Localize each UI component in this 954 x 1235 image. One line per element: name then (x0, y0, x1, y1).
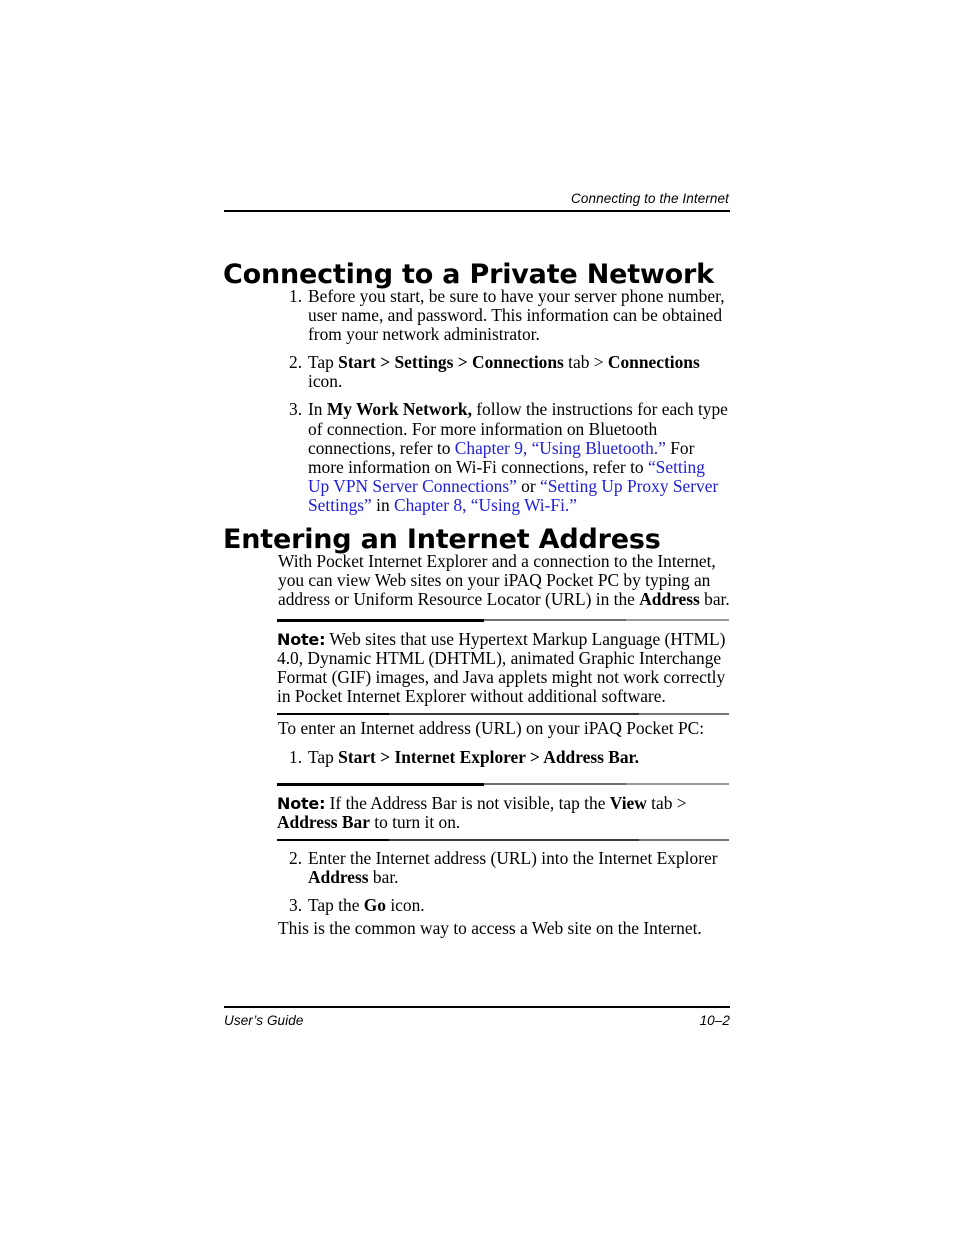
text-run: Tap (308, 352, 339, 373)
cross-reference-link[interactable]: Chapter 9, “Using Bluetooth.” (455, 438, 666, 458)
header-divider (224, 210, 730, 212)
text-run: In (308, 399, 327, 420)
text-run: icon. (386, 895, 425, 916)
emphasis-bold: Settings (394, 352, 454, 373)
list-item: 3. Tap the Go icon. (278, 896, 730, 915)
emphasis-bold: Address Bar (277, 811, 370, 832)
note-label: Note: (277, 629, 326, 649)
note-divider-segment-mid (389, 839, 639, 841)
note-divider-segment-dark (277, 619, 484, 622)
note-top-divider (277, 619, 729, 622)
list-item-number: 2. (289, 848, 303, 868)
note-divider-segment-light (639, 713, 729, 715)
note-divider-segment-dark (277, 712, 389, 716)
intro-paragraph-text: With Pocket Internet Explorer and a conn… (278, 551, 730, 610)
text-run: in (371, 494, 394, 515)
list-item: 2. Enter the Internet address (URL) into … (278, 848, 730, 887)
note-text: Note: If the Address Bar is not visible,… (277, 786, 729, 839)
document-page: Connecting to the Internet Connecting to… (0, 0, 954, 1235)
list-item-number: 3. (289, 895, 303, 916)
list-item-text: Before you start, be sure to have your s… (308, 286, 725, 344)
list-item-text: In My Work Network, follow the instructi… (308, 399, 728, 515)
text-run: Web sites that use Hypertext Markup Lang… (277, 628, 726, 706)
text-run: Tap (308, 747, 339, 767)
list-item: 1. Tap Start > Internet Explorer > Addres… (278, 747, 730, 767)
lead-in-paragraph: To enter an Internet address (URL) on yo… (278, 718, 730, 738)
running-header: Connecting to the Internet (224, 190, 730, 212)
emphasis-bold: Address (639, 589, 700, 610)
emphasis-bold: Start (338, 352, 376, 373)
note-divider-segment-light (626, 619, 729, 622)
page-footer: User’s Guide 10–2 (224, 1006, 730, 1028)
emphasis-bold: Address (308, 867, 369, 888)
intro-paragraph-internet-address: With Pocket Internet Explorer and a conn… (278, 551, 730, 610)
steps-list-address-bar-first: 1. Tap Start > Internet Explorer > Addres… (278, 747, 730, 767)
note-divider-segment-mid (484, 619, 626, 622)
footer-divider (224, 1006, 730, 1008)
note-label: Note: (277, 793, 326, 813)
list-item: 1. Before you start, be sure to have your… (278, 286, 730, 344)
text-run: or (516, 475, 541, 496)
steps-list-private-network: 1. Before you start, be sure to have your… (278, 286, 730, 515)
emphasis-bold: Connections (607, 352, 700, 373)
emphasis-bold: View (609, 792, 647, 813)
list-item-text: Tap Start > Internet Explorer > Address … (308, 747, 639, 767)
list-item-text: Enter the Internet address (URL) into th… (308, 848, 718, 887)
emphasis-bold: > (375, 352, 395, 373)
list-item-number: 1. (289, 286, 303, 306)
list-item-number: 2. (289, 352, 303, 373)
steps-list-address-bar-final: 2. Enter the Internet address (URL) into … (278, 848, 730, 915)
closing-text: This is the common way to access a Web s… (278, 918, 702, 938)
text-run: Tap the (308, 895, 364, 916)
note-divider-segment-light (626, 783, 729, 786)
note-divider-segment-light (639, 839, 729, 841)
text-run: If the Address Bar is not visible, tap t… (325, 792, 610, 813)
text-run: to turn it on. (369, 811, 461, 832)
lead-in-text: To enter an Internet address (URL) on yo… (278, 718, 705, 738)
list-item-number: 3. (289, 399, 303, 420)
note-bottom-divider (277, 712, 729, 716)
text-run: bar. (368, 867, 399, 888)
note-divider-segment-mid (389, 713, 639, 715)
note-divider-segment-dark (277, 838, 389, 842)
list-item: 2. Tap Start > Settings > Connections tab… (278, 353, 730, 391)
note-text: Note: Web sites that use Hypertext Marku… (277, 622, 729, 713)
note-divider-segment-mid (484, 783, 626, 786)
list-item-text: Tap the Go icon. (308, 895, 425, 915)
text-run: bar. (699, 589, 730, 610)
footer-document-title: User’s Guide (224, 1012, 304, 1028)
note-top-divider (277, 783, 729, 786)
note-bottom-divider (277, 838, 729, 842)
note-block-address-bar: Note: If the Address Bar is not visible,… (277, 783, 729, 842)
text-run: Before you start, be sure to have your s… (308, 286, 725, 345)
emphasis-bold: > (453, 352, 473, 373)
note-block-html-support: Note: Web sites that use Hypertext Marku… (277, 619, 729, 716)
closing-paragraph: This is the common way to access a Web s… (278, 918, 730, 938)
text-run: tab > (646, 792, 687, 813)
emphasis-bold: Connections (472, 352, 564, 373)
emphasis-bold: Go (363, 895, 386, 916)
cross-reference-link[interactable]: Chapter 8, “Using Wi-Fi.” (394, 495, 577, 515)
running-header-text: Connecting to the Internet (571, 191, 729, 206)
text-run: tab > (563, 352, 608, 373)
footer-row: User’s Guide 10–2 (224, 1013, 730, 1028)
footer-page-number: 10–2 (699, 1012, 730, 1028)
emphasis-bold: Start > Internet Explorer > Address Bar. (338, 747, 639, 767)
list-item: 3. In My Work Network, follow the instruc… (278, 400, 730, 515)
emphasis-bold: My Work Network, (326, 399, 472, 420)
text-run: Enter the Internet address (URL) into th… (308, 848, 718, 868)
list-item-number: 1. (289, 747, 303, 767)
list-item-text: Tap Start > Settings > Connections tab >… (308, 352, 700, 391)
note-divider-segment-dark (277, 783, 484, 786)
text-run: icon. (308, 371, 343, 392)
